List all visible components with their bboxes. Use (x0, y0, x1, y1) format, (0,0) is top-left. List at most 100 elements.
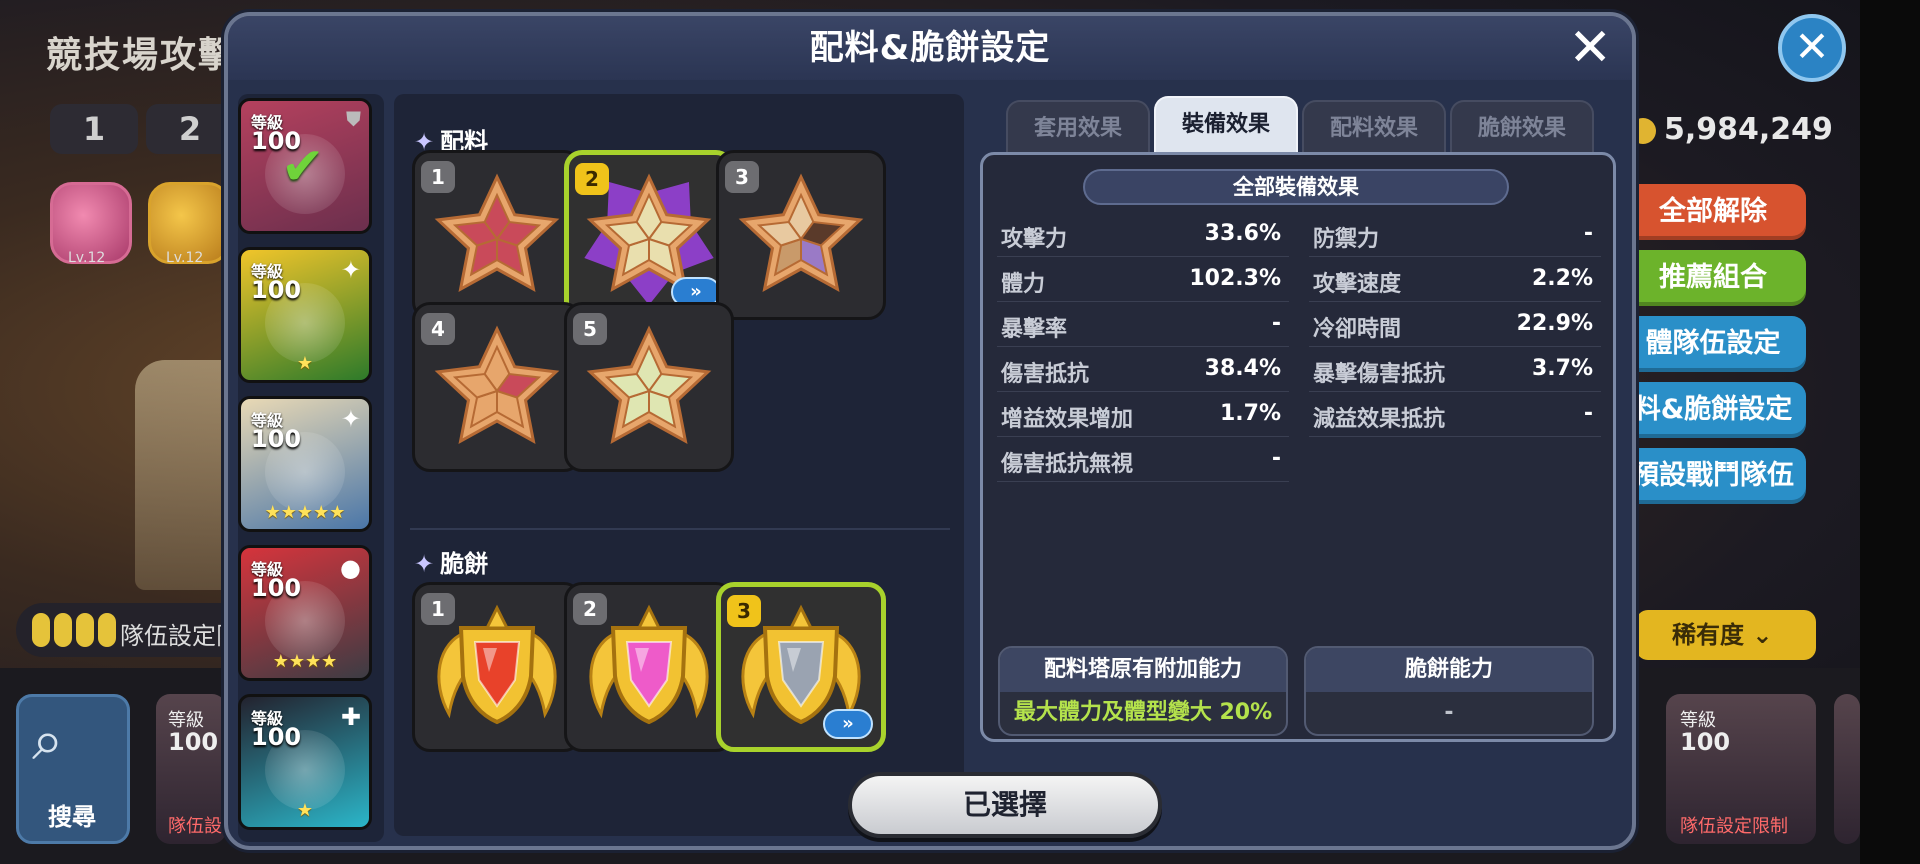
bg-recommend-button[interactable]: 推薦組合 (1620, 250, 1806, 306)
bg-close-button[interactable]: ✕ (1778, 14, 1846, 82)
effect-value: 2.2% (1531, 266, 1593, 291)
slot-number: 1 (421, 161, 455, 193)
effect-value: - (1583, 401, 1593, 426)
biscuit-slot[interactable]: 1 (412, 582, 582, 752)
effect-value: 102.3% (1189, 266, 1281, 291)
sparkle-icon: ✦ (414, 550, 435, 578)
effect-value: - (1271, 446, 1281, 471)
effect-value: 1.7% (1219, 401, 1281, 426)
biscuit-slot[interactable]: 2 (564, 582, 734, 752)
tab-topping-effects[interactable]: 配料效果 (1302, 100, 1446, 154)
effect-row: 傷害抵抗 38.4% (997, 348, 1289, 392)
tab-applied-effects[interactable]: 套用效果 (1006, 100, 1150, 154)
effect-value: 3.7% (1531, 356, 1593, 381)
tower-bonus-title: 配料塔原有附加能力 (1000, 648, 1286, 692)
bg-limit-pip (32, 613, 50, 647)
biscuits-header: ✦ 脆餅 (414, 544, 488, 579)
close-icon[interactable]: ✕ (1568, 20, 1612, 76)
effect-label: 傷害抵抗無視 (1001, 452, 1134, 477)
topping-slot[interactable]: 4 (412, 302, 582, 472)
topping-slot[interactable]: 5 (564, 302, 734, 472)
section-divider (410, 528, 950, 530)
effect-value: - (1271, 311, 1281, 336)
bg-unequip-all-button[interactable]: 全部解除 (1620, 184, 1806, 240)
slot-number: 3 (725, 161, 759, 193)
slot-number: 1 (421, 593, 455, 625)
bg-card-restriction: 隊伍設定限制 (1680, 816, 1788, 837)
selected-button[interactable]: 已選擇 (848, 772, 1162, 838)
effect-row: 傷害抵抗無視 - (997, 438, 1289, 482)
bg-page-title: 競技場攻擊 (46, 35, 237, 76)
cookie-stars: ★ (296, 353, 314, 374)
effect-label: 增益效果增加 (1001, 407, 1134, 432)
dialog-title-bar: 配料&脆餅設定 ✕ (228, 16, 1632, 80)
bg-card-restriction: 隊伍設 (168, 816, 222, 837)
bg-rarity-sort-button[interactable]: 稀有度 ⌄ (1636, 610, 1816, 660)
effect-label: 攻擊速度 (1313, 272, 1402, 297)
biscuits-header-label: 脆餅 (440, 550, 489, 578)
bg-limit-pip (54, 613, 72, 647)
effect-row: 攻擊速度 2.2% (1309, 258, 1601, 302)
bg-preset-team-button[interactable]: 預設戰鬥隊伍 (1620, 448, 1806, 504)
effect-value: 22.9% (1516, 311, 1593, 336)
effect-row: 攻擊力 33.6% (997, 213, 1289, 257)
search-icon: ⌕ (32, 708, 64, 773)
cookie-card[interactable]: 等級 100 ✦ ★★★★★ (238, 396, 372, 532)
slot-number: 2 (575, 163, 609, 195)
biscuit-slot[interactable]: 3» (716, 582, 886, 752)
topping-slot[interactable]: 2» (564, 150, 734, 320)
topping-biscuit-dialog: 配料&脆餅設定 ✕ ✦ 配料 ✦ 脆餅 1 2» 3 4 5 1 2 3» 套用效果 裝備效果 配… (224, 12, 1636, 850)
effect-row: 冷卻時間 22.9% (1309, 303, 1601, 347)
chevron-down-icon: ⌄ (1752, 621, 1773, 649)
topping-tower-bonus: 配料塔原有附加能力 最大體力及體型變大 20% (998, 646, 1288, 736)
bg-team-limit-text: 隊伍設定限 (120, 622, 240, 650)
bg-search-label: 搜尋 (48, 803, 96, 831)
tab-equipped-effects[interactable]: 裝備效果 (1154, 96, 1298, 156)
sparkle-icon: ✦ (340, 405, 361, 433)
fast-forward-icon[interactable]: » (823, 709, 873, 739)
effect-row: 體力 102.3% (997, 258, 1289, 302)
effect-label: 攻擊力 (1001, 227, 1068, 252)
bg-team-tab-1[interactable]: 1 (50, 104, 138, 154)
coin-count: 5,984,249 (1664, 112, 1833, 147)
cookie-stars: ★★★★★ (264, 502, 346, 523)
effect-value: 38.4% (1204, 356, 1281, 381)
bg-card-level: 100 (168, 728, 219, 756)
bg-topping-setting-button[interactable]: 料&脆餅設定 (1620, 382, 1806, 438)
effect-label: 體力 (1001, 272, 1046, 297)
effect-label: 冷卻時間 (1313, 317, 1402, 342)
cookie-level: 100 (251, 425, 302, 453)
effect-label: 防禦力 (1313, 227, 1380, 252)
tab-biscuit-effects[interactable]: 脆餅效果 (1450, 100, 1594, 154)
bg-limit-pip (98, 613, 116, 647)
biscuit-ability-value: - (1444, 700, 1454, 725)
slot-number: 4 (421, 313, 455, 345)
effect-label: 減益效果抵抗 (1313, 407, 1446, 432)
effect-label: 暴擊率 (1001, 317, 1068, 342)
bg-team-setting-button[interactable]: 體隊伍設定 (1620, 316, 1806, 372)
effects-header: 全部裝備效果 (1083, 169, 1509, 205)
sparkle-icon: ✚ (340, 703, 361, 731)
topping-slot[interactable]: 1 (412, 150, 582, 320)
cookie-stars: ★★★★ (272, 651, 338, 672)
slot-number: 2 (573, 593, 607, 625)
bg-treasure-level: Lv.12 (166, 250, 204, 266)
cookie-level: 100 (251, 723, 302, 751)
cookie-card[interactable]: 等級 100 ✦ ★ (238, 247, 372, 383)
effect-row: 防禦力 - (1309, 213, 1601, 257)
cookie-card[interactable]: 等級 100 ● ★★★★ (238, 545, 372, 681)
cookie-card[interactable]: 等級 100 ✚ ★ (238, 694, 372, 830)
effect-row: 暴擊率 - (997, 303, 1289, 347)
effect-label: 傷害抵抗 (1001, 362, 1090, 387)
biscuit-ability-title: 脆餅能力 (1306, 648, 1592, 692)
biscuit-ability: 脆餅能力 - (1304, 646, 1594, 736)
bg-treasure-level: Lv.12 (68, 250, 106, 266)
cookie-stars: ★ (296, 800, 314, 821)
cookie-card[interactable]: 等級 100 ✔ ⛊ (238, 98, 372, 234)
check-icon: ✔ (281, 137, 325, 197)
bg-team-tab-2[interactable]: 2 (146, 104, 234, 154)
topping-slot[interactable]: 3 (716, 150, 886, 320)
effect-row: 增益效果增加 1.7% (997, 393, 1289, 437)
bg-cookie-card[interactable] (1834, 694, 1860, 844)
shield-icon: ⛊ (346, 107, 361, 131)
